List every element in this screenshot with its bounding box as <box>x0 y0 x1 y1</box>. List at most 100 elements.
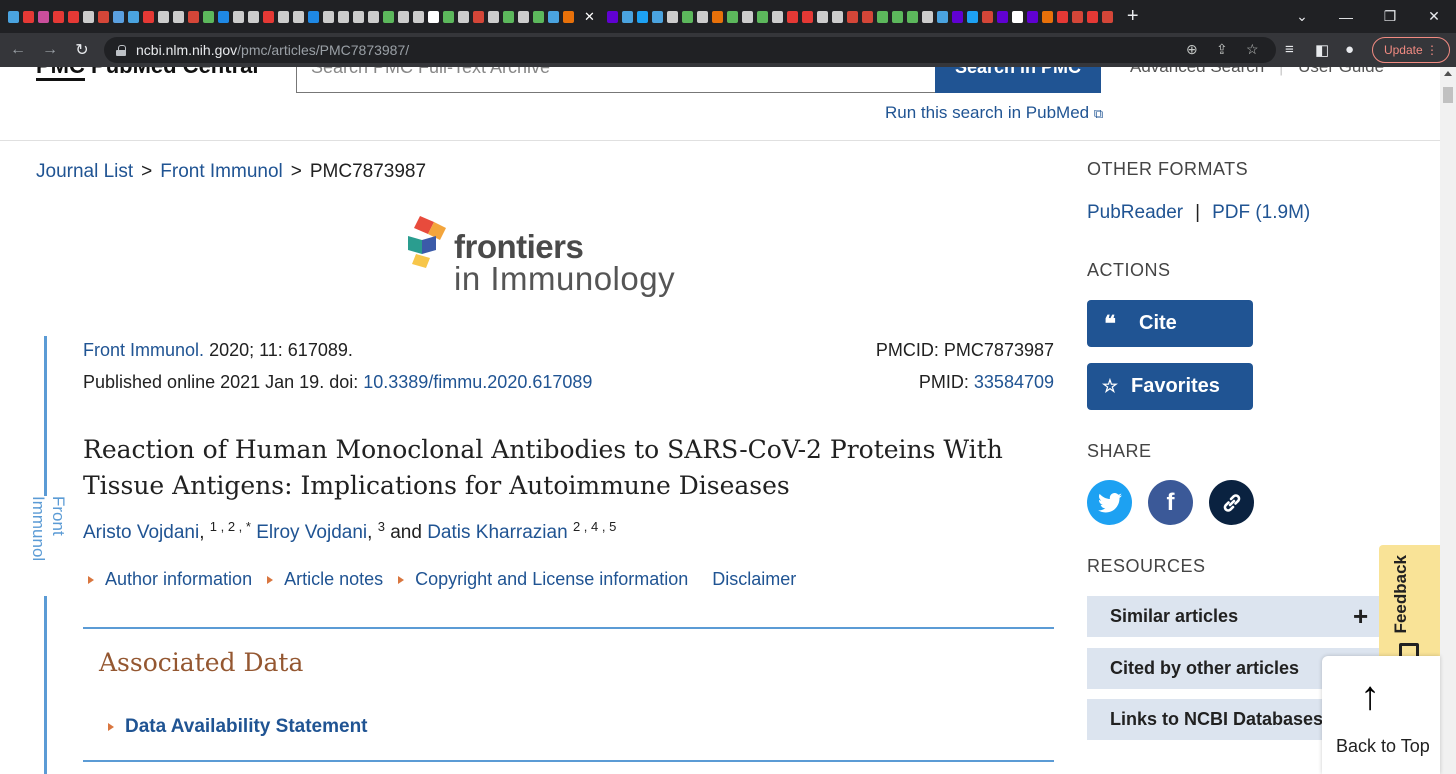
tab-favicon-icon[interactable] <box>533 10 544 23</box>
author-link[interactable]: Aristo Vojdani <box>83 522 199 543</box>
tab-favicon-icon[interactable] <box>651 10 663 23</box>
author-affiliations[interactable]: 2 , 4 , 5 <box>573 519 616 534</box>
copyright-toggle[interactable]: Copyright and License information <box>415 569 688 590</box>
tab-favicon-icon[interactable] <box>846 10 858 23</box>
tab-favicon-icon[interactable] <box>696 10 708 23</box>
side-panel-icon[interactable]: ◧ <box>1315 41 1329 59</box>
tab-favicon-icon[interactable] <box>233 10 244 23</box>
tab-favicon-icon[interactable] <box>816 10 828 23</box>
tab-favicon-icon[interactable] <box>786 10 798 23</box>
tab-favicon-icon[interactable] <box>128 10 139 23</box>
tab-favicon-icon[interactable] <box>981 10 993 23</box>
tab-favicon-icon[interactable] <box>831 10 843 23</box>
twitter-share-button[interactable] <box>1087 480 1132 525</box>
breadcrumb-journal-list[interactable]: Journal List <box>36 161 133 182</box>
tab-favicon-icon[interactable] <box>113 10 124 23</box>
close-tab-icon[interactable]: ✕ <box>584 9 595 25</box>
tab-favicon-icon[interactable] <box>1011 10 1023 23</box>
tab-favicon-icon[interactable] <box>338 10 349 23</box>
tab-favicon-icon[interactable] <box>921 10 933 23</box>
tab-favicon-icon[interactable] <box>428 10 439 23</box>
tab-favicon-icon[interactable] <box>563 10 574 23</box>
tab-favicon-icon[interactable] <box>368 10 379 23</box>
tab-favicon-icon[interactable] <box>1026 10 1038 23</box>
tab-favicon-icon[interactable] <box>1056 10 1068 23</box>
tab-favicon-icon[interactable] <box>53 10 64 23</box>
tab-favicon-icon[interactable] <box>218 10 229 23</box>
pdf-link[interactable]: PDF (1.9M) <box>1212 202 1310 223</box>
author-affiliations[interactable]: 1 , 2 , * <box>210 519 251 534</box>
tab-favicon-icon[interactable] <box>726 10 738 23</box>
tab-favicon-icon[interactable] <box>293 10 304 23</box>
tab-favicon-icon[interactable] <box>488 10 499 23</box>
tab-favicon-icon[interactable] <box>23 10 34 23</box>
breadcrumb-journal[interactable]: Front Immunol <box>160 161 282 182</box>
reading-list-icon[interactable]: ≡ <box>1285 41 1294 58</box>
reload-icon[interactable]: ↻ <box>68 36 96 64</box>
tab-favicon-icon[interactable] <box>621 10 633 23</box>
tab-favicon-icon[interactable] <box>996 10 1008 23</box>
tab-favicon-icon[interactable] <box>1071 10 1083 23</box>
tab-favicon-icon[interactable] <box>188 10 199 23</box>
tab-favicon-icon[interactable] <box>278 10 289 23</box>
tab-favicon-icon[interactable] <box>771 10 783 23</box>
tab-favicon-icon[interactable] <box>83 10 94 23</box>
tab-favicon-icon[interactable] <box>383 10 394 23</box>
tab-favicons-right[interactable] <box>605 10 1115 23</box>
similar-articles-toggle[interactable]: Similar articles + <box>1087 596 1387 637</box>
tab-favicon-icon[interactable] <box>1041 10 1053 23</box>
tab-search-icon[interactable]: ⌄ <box>1280 0 1324 33</box>
tab-favicon-icon[interactable] <box>503 10 514 23</box>
user-guide-link[interactable]: User Guide <box>1298 67 1384 76</box>
advanced-search-link[interactable]: Advanced Search <box>1130 67 1264 76</box>
tab-favicon-icon[interactable] <box>143 10 154 23</box>
scrollbar-thumb[interactable] <box>1443 87 1453 103</box>
cite-button[interactable]: ❝ Cite <box>1087 300 1253 347</box>
zoom-icon[interactable]: ⊕ <box>1186 41 1198 58</box>
tab-favicon-icon[interactable] <box>1086 10 1098 23</box>
run-search-pubmed-link[interactable]: Run this search in PubMed ⧉ <box>885 103 1103 123</box>
tab-favicon-icon[interactable] <box>966 10 978 23</box>
search-button[interactable]: Search in PMC <box>935 67 1101 93</box>
tab-favicon-icon[interactable] <box>8 10 19 23</box>
scroll-up-arrow-icon[interactable] <box>1444 71 1452 76</box>
tab-favicon-icon[interactable] <box>681 10 693 23</box>
author-link[interactable]: Datis Kharrazian <box>427 522 567 543</box>
tab-favicon-icon[interactable] <box>68 10 79 23</box>
tab-favicon-icon[interactable] <box>666 10 678 23</box>
profile-icon[interactable]: ● <box>1345 41 1354 58</box>
tab-favicon-icon[interactable] <box>636 10 648 23</box>
author-affiliations[interactable]: 3 <box>378 519 385 534</box>
journal-sidebar-label[interactable]: Front Immunol <box>28 496 68 596</box>
maximize-button[interactable]: ❐ <box>1368 0 1412 33</box>
data-availability-toggle[interactable]: Data Availability Statement <box>103 716 368 738</box>
address-bar[interactable]: ncbi.nlm.nih.gov/pmc/articles/PMC7873987… <box>104 37 1276 63</box>
tab-favicon-icon[interactable] <box>906 10 918 23</box>
tab-favicons[interactable] <box>6 10 576 23</box>
author-information-toggle[interactable]: Author information <box>105 569 252 590</box>
tab-favicon-icon[interactable] <box>173 10 184 23</box>
bookmark-star-icon[interactable]: ☆ <box>1246 41 1259 58</box>
tab-favicon-icon[interactable] <box>323 10 334 23</box>
pmc-logo[interactable]: PMC PubMed Central <box>36 67 258 81</box>
tab-favicon-icon[interactable] <box>413 10 424 23</box>
tab-favicon-icon[interactable] <box>158 10 169 23</box>
forward-arrow-icon[interactable]: → <box>36 36 64 64</box>
close-window-button[interactable]: ✕ <box>1412 0 1456 33</box>
tab-favicon-icon[interactable] <box>741 10 753 23</box>
tab-favicon-icon[interactable] <box>308 10 319 23</box>
journal-link[interactable]: Front Immunol. <box>83 340 204 360</box>
pubreader-link[interactable]: PubReader <box>1087 202 1183 223</box>
tab-favicon-icon[interactable] <box>711 10 723 23</box>
tab-favicon-icon[interactable] <box>98 10 109 23</box>
share-page-icon[interactable]: ⇪ <box>1216 41 1228 58</box>
tab-favicon-icon[interactable] <box>891 10 903 23</box>
tab-favicon-icon[interactable] <box>606 10 618 23</box>
tab-favicon-icon[interactable] <box>801 10 813 23</box>
tab-favicon-icon[interactable] <box>248 10 259 23</box>
back-arrow-icon[interactable]: ← <box>4 36 32 64</box>
tab-favicon-icon[interactable] <box>443 10 454 23</box>
copy-link-button[interactable] <box>1209 480 1254 525</box>
tab-favicon-icon[interactable] <box>353 10 364 23</box>
tab-favicon-icon[interactable] <box>951 10 963 23</box>
